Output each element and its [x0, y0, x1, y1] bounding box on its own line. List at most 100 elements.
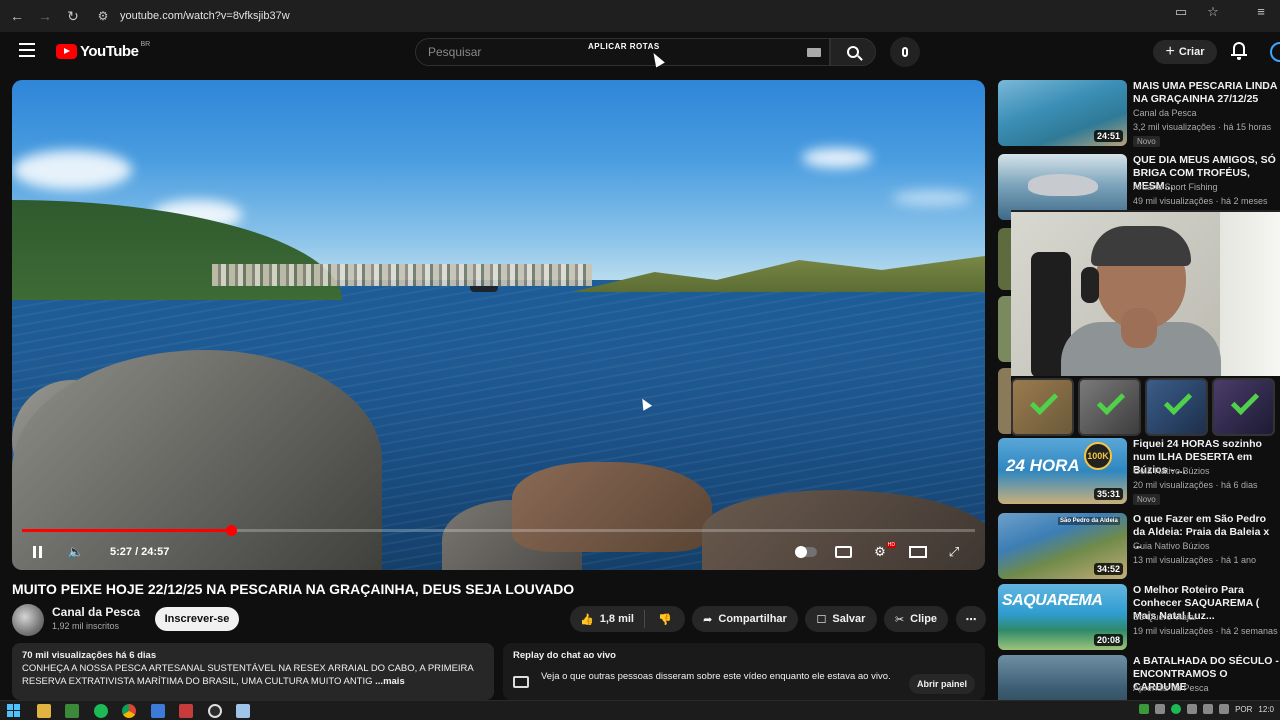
recommendation-channel[interactable]: Guia Nativo Búzios — [1133, 541, 1210, 551]
theater-mode-icon[interactable] — [908, 542, 928, 562]
pause-icon[interactable] — [30, 542, 44, 562]
video-thumbnail[interactable]: 24 HORA 100K 35:31 — [998, 438, 1127, 504]
video-title: MUITO PEIXE HOJE 22/12/25 NA PESCARIA NA… — [12, 581, 575, 597]
new-badge: Novo — [1133, 136, 1160, 147]
search-input[interactable]: Pesquisar APLICAR ROTAS — [415, 38, 830, 66]
chat-replay-title: Replay do chat ao vivo — [513, 650, 616, 661]
duration-badge: 35:31 — [1093, 488, 1123, 500]
spotify-icon[interactable] — [94, 704, 108, 718]
tray-icon[interactable] — [1155, 704, 1166, 714]
search-button[interactable] — [830, 38, 876, 66]
thumbnail-badge: 100K — [1084, 442, 1112, 470]
notepad-icon[interactable] — [236, 704, 250, 718]
voice-search-button[interactable] — [890, 37, 920, 67]
windows-taskbar: POR 12:0 — [0, 700, 1280, 720]
recommendation-title[interactable]: MAIS UMA PESCARIA LINDA NA GRAÇAINHA 27/… — [1133, 80, 1280, 106]
bookmark-star-icon[interactable]: ☆ — [1202, 4, 1224, 20]
recommendation-channel[interactable]: Aprendiz da Pesca — [1133, 683, 1209, 693]
recommendation-channel[interactable]: Só Quero Viajar — [1133, 612, 1197, 622]
obs-icon[interactable] — [208, 704, 222, 718]
thumbnail-text: SAQUAREMA — [1002, 592, 1103, 609]
youtube-logo[interactable]: YouTube BR — [56, 41, 150, 60]
thumbs-up-icon: 👍 — [580, 613, 594, 626]
language-indicator[interactable]: POR — [1235, 705, 1252, 714]
windows-start-icon[interactable] — [7, 704, 21, 718]
forward-icon[interactable]: → — [31, 2, 59, 30]
recommendation-meta: 13 mil visualizações · há 1 ano — [1133, 555, 1257, 565]
keyboard-icon[interactable] — [807, 48, 821, 57]
save-button[interactable]: ☐ Salvar — [805, 606, 877, 632]
clip-button[interactable]: ✂ Clipe — [884, 606, 948, 632]
network-icon[interactable] — [1203, 704, 1214, 714]
video-thumbnail[interactable]: São Pedro da Aldeia 34:52 — [998, 513, 1127, 579]
like-button[interactable]: 👍 1,8 mil — [570, 610, 645, 628]
chrome-icon[interactable] — [122, 704, 136, 718]
site-settings-icon[interactable]: ⚙ — [92, 9, 114, 23]
recommendation-item[interactable]: São Pedro da Aldeia 34:52 O que Fazer em… — [998, 513, 1280, 579]
settings-gear-icon[interactable]: ⚙ HD — [870, 542, 896, 562]
bookmark-icon: ☐ — [816, 613, 827, 626]
open-panel-button[interactable]: Abrir painel — [908, 674, 975, 694]
subscriber-count: 1,92 mil inscritos — [52, 621, 120, 631]
video-player[interactable]: 🔈 5:27 / 24:57 ⚙ HD ⤢ — [12, 80, 985, 570]
channel-name[interactable]: Canal da Pesca — [52, 605, 140, 619]
save-label: Salvar — [832, 613, 866, 625]
dislike-button[interactable]: 👎 — [645, 613, 685, 626]
more-dots-icon: ⋯ — [965, 613, 977, 626]
show-more-link[interactable]: ...mais — [375, 676, 405, 687]
app-icon[interactable] — [65, 704, 79, 718]
tray-icon[interactable] — [1139, 704, 1150, 714]
boat — [470, 286, 498, 292]
cast-icon[interactable]: ▭ — [1170, 4, 1192, 20]
channel-avatar[interactable] — [12, 604, 44, 636]
description-text: CONHEÇA A NOSSA PESCA ARTESANAL SUSTENTÁ… — [22, 663, 474, 687]
autoplay-toggle[interactable] — [794, 542, 818, 562]
duration-badge: 20:08 — [1093, 634, 1123, 646]
app-icon[interactable] — [179, 704, 193, 718]
microphone-tray-icon[interactable] — [1187, 704, 1198, 714]
app-icon[interactable] — [151, 704, 165, 718]
clip-label: Clipe — [910, 613, 938, 625]
recommendation-channel[interactable]: Aruana Sport Fishing — [1133, 182, 1218, 192]
back-icon[interactable]: ← — [3, 2, 31, 30]
recommendation-channel[interactable]: Guia Nativo Búzios — [1133, 466, 1210, 476]
recommendation-item[interactable]: SAQUAREMA 20:08 O Melhor Roteiro Para Co… — [998, 584, 1280, 650]
share-button[interactable]: ➦ Compartilhar — [692, 606, 798, 632]
create-label: Criar — [1178, 46, 1205, 58]
video-thumbnail[interactable]: SAQUAREMA 20:08 — [998, 584, 1127, 650]
reload-icon[interactable]: ↻ — [59, 2, 87, 30]
overlay-caption: APLICAR ROTAS — [588, 42, 660, 51]
account-avatar[interactable] — [1270, 42, 1280, 62]
view-stats: 70 mil visualizações há 6 dias — [22, 650, 157, 661]
menu-icon[interactable] — [19, 43, 35, 57]
subscribe-button[interactable]: Inscrever-se — [155, 607, 239, 631]
volume-icon[interactable]: 🔈 — [66, 542, 86, 562]
video-thumbnail[interactable]: 24:51 — [998, 80, 1127, 146]
scrubber-handle[interactable] — [225, 525, 237, 536]
share-label: Compartilhar — [718, 613, 787, 625]
address-bar[interactable]: ⚙ youtube.com/watch?v=8vfksjib37w — [92, 5, 1242, 27]
recommendation-item[interactable]: A BATALHADA DO SÉCULO - ENCONTRAMOS O CA… — [998, 655, 1280, 700]
notifications-bell-icon[interactable] — [1231, 42, 1247, 60]
tray-icon[interactable] — [1171, 704, 1182, 714]
video-thumbnail[interactable] — [998, 655, 1127, 700]
recommendation-channel[interactable]: Canal da Pesca — [1133, 108, 1197, 118]
clock[interactable]: 12:0 — [1258, 705, 1274, 714]
volume-tray-icon[interactable] — [1219, 704, 1230, 714]
more-actions-button[interactable]: ⋯ — [956, 606, 986, 632]
create-button[interactable]: + Criar — [1153, 40, 1217, 64]
reading-list-icon[interactable]: ≡ — [1250, 4, 1272, 20]
youtube-play-icon — [56, 44, 77, 59]
recommendation-item[interactable]: 24:51 MAIS UMA PESCARIA LINDA NA GRAÇAIN… — [998, 80, 1280, 147]
like-count: 1,8 mil — [599, 613, 634, 625]
search-placeholder: Pesquisar — [428, 45, 482, 59]
recommendation-meta: 19 mil visualizações · há 2 semanas — [1133, 626, 1278, 636]
fullscreen-icon[interactable]: ⤢ — [944, 542, 964, 562]
file-explorer-icon[interactable] — [37, 704, 51, 718]
recommendation-item[interactable]: 24 HORA 100K 35:31 Fiquei 24 HORAS sozin… — [998, 438, 1280, 505]
subtitles-icon[interactable] — [834, 542, 852, 562]
plus-icon: + — [1165, 43, 1175, 60]
progress-bar[interactable] — [22, 525, 975, 536]
player-controls: 🔈 5:27 / 24:57 ⚙ HD ⤢ — [12, 536, 985, 570]
description-box[interactable]: 70 mil visualizações há 6 dias CONHEÇA A… — [12, 643, 494, 700]
